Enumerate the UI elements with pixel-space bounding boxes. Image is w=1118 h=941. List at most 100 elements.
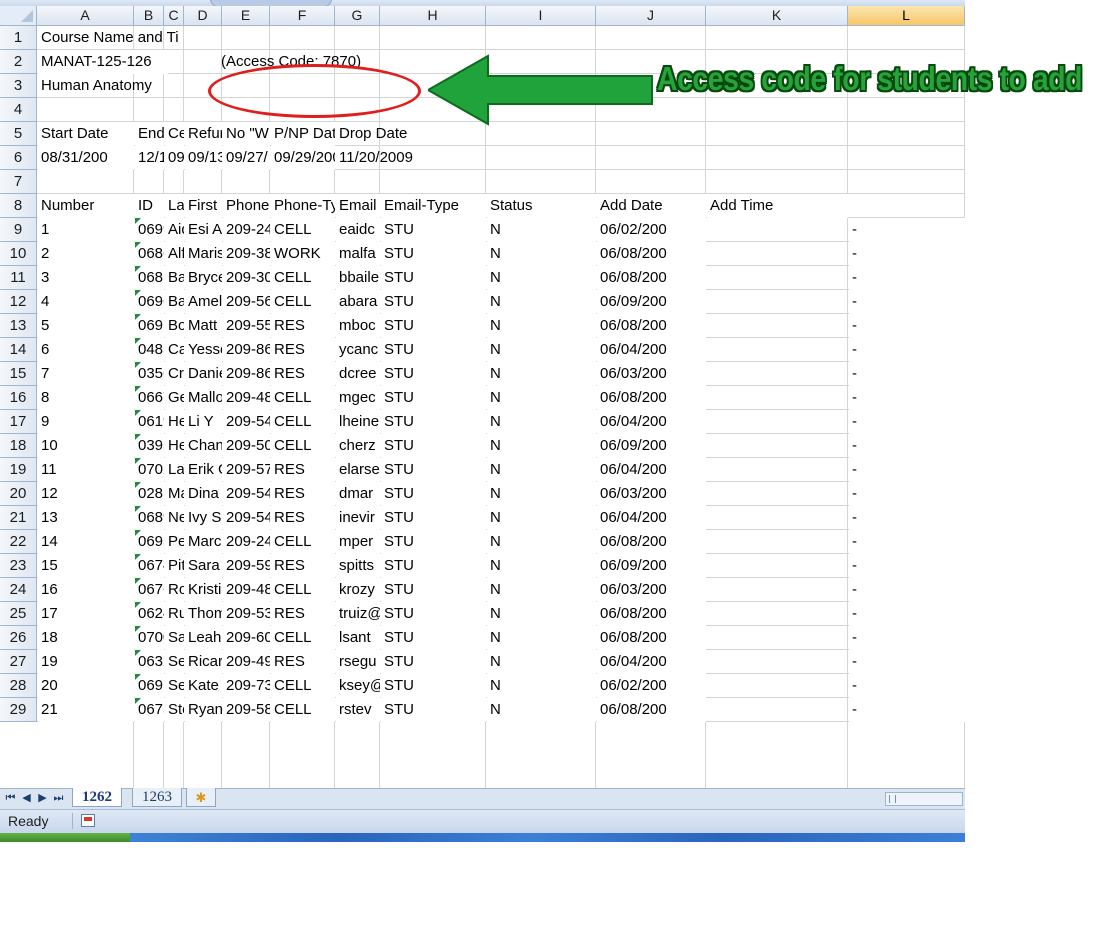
table-cell-n[interactable]: 3 <box>38 266 134 290</box>
table-cell-date[interactable]: 06/04/200 <box>597 506 706 530</box>
table-cell-id[interactable]: 0689 <box>135 506 164 530</box>
table-cell-last[interactable]: Gec <box>165 386 184 410</box>
table-cell-email[interactable]: truiz@ <box>336 602 380 626</box>
table-cell-first[interactable]: Ricarc <box>185 650 222 674</box>
table-cell-ptype[interactable]: RES <box>271 650 335 674</box>
table-cell-id[interactable]: 0281 <box>135 482 164 506</box>
table-cell-l[interactable]: - <box>849 650 965 674</box>
table-cell-phone[interactable]: 209-54 <box>223 410 270 434</box>
last-sheet-icon[interactable]: ⏭ <box>52 792 65 805</box>
table-cell-phone[interactable]: 209-24 <box>223 218 270 242</box>
table-cell-status[interactable]: N <box>487 674 596 698</box>
sheet-tab-1263[interactable]: 1263 <box>132 788 182 807</box>
table-cell-first[interactable]: Chanc <box>185 434 222 458</box>
table-header-first[interactable]: First <box>185 194 222 218</box>
row-header-5[interactable]: 5 <box>0 122 37 146</box>
table-cell-l[interactable]: - <box>849 482 965 506</box>
table-cell-phone[interactable]: 209-58 <box>223 698 270 722</box>
table-cell-email[interactable]: spitts <box>336 554 380 578</box>
row-header-28[interactable]: 28 <box>0 674 37 698</box>
table-cell-id[interactable]: 0485 <box>135 338 164 362</box>
table-cell-status[interactable]: N <box>487 698 596 722</box>
table-cell-l[interactable]: - <box>849 410 965 434</box>
table-cell-last[interactable]: Pere <box>165 530 184 554</box>
table-cell-email[interactable]: malfa <box>336 242 380 266</box>
cell-date-value[interactable]: 09/13 <box>185 146 222 170</box>
table-header-phone-typ[interactable]: Phone-Typ <box>271 194 335 218</box>
cell-course-code[interactable]: MANAT-125-126 <box>38 50 168 74</box>
table-header-add-time[interactable]: Add Time <box>707 194 848 218</box>
table-cell-ptype[interactable]: CELL <box>271 386 335 410</box>
table-cell-phone[interactable]: 209-53 <box>223 602 270 626</box>
row-header-2[interactable]: 2 <box>0 50 37 74</box>
table-cell-first[interactable]: Ameli <box>185 290 222 314</box>
table-cell-l[interactable]: - <box>849 602 965 626</box>
table-cell-ptype[interactable]: RES <box>271 506 335 530</box>
table-cell-n[interactable]: 21 <box>38 698 134 722</box>
table-cell-last[interactable]: Ruiz <box>165 602 184 626</box>
sheet-tab-1262[interactable]: 1262 <box>72 788 122 807</box>
table-cell-etype[interactable]: STU <box>381 506 486 530</box>
row-header-16[interactable]: 16 <box>0 386 37 410</box>
prev-sheet-icon[interactable]: ◀ <box>20 792 33 805</box>
table-cell-date[interactable]: 06/09/200 <box>597 290 706 314</box>
cell-date-header[interactable]: Refun <box>185 122 222 146</box>
table-cell-n[interactable]: 7 <box>38 362 134 386</box>
table-cell-phone[interactable]: 209-60 <box>223 626 270 650</box>
table-header-email[interactable]: Email <box>336 194 380 218</box>
table-cell-n[interactable]: 14 <box>38 530 134 554</box>
table-cell-first[interactable]: Danie <box>185 362 222 386</box>
table-cell-email[interactable]: lsant <box>336 626 380 650</box>
table-cell-status[interactable]: N <box>487 506 596 530</box>
table-cell-l[interactable]: - <box>849 554 965 578</box>
table-cell-n[interactable]: 4 <box>38 290 134 314</box>
table-cell-n[interactable]: 18 <box>38 626 134 650</box>
table-cell-phone[interactable]: 209-73 <box>223 674 270 698</box>
table-cell-last[interactable]: Lars <box>165 458 184 482</box>
table-cell-email[interactable]: ksey@ <box>336 674 380 698</box>
table-cell-l[interactable]: - <box>849 458 965 482</box>
table-cell-etype[interactable]: STU <box>381 458 486 482</box>
table-cell-status[interactable]: N <box>487 338 596 362</box>
table-cell-last[interactable]: Cre <box>165 362 184 386</box>
table-cell-phone[interactable]: 209-86 <box>223 338 270 362</box>
table-cell-phone[interactable]: 209-57 <box>223 458 270 482</box>
macro-record-icon[interactable] <box>81 814 95 827</box>
table-cell-phone[interactable]: 209-49 <box>223 650 270 674</box>
table-header-email-type[interactable]: Email-Type <box>381 194 486 218</box>
table-cell-last[interactable]: Sey <box>165 674 184 698</box>
table-cell-l[interactable]: - <box>849 242 965 266</box>
table-cell-l[interactable]: - <box>849 674 965 698</box>
table-cell-id[interactable]: 0676 <box>135 578 164 602</box>
cell-date-value[interactable]: 11/20/2009 <box>336 146 456 170</box>
table-cell-ptype[interactable]: CELL <box>271 434 335 458</box>
cell-date-header[interactable]: Start Date <box>38 122 134 146</box>
table-cell-phone[interactable]: 209-50 <box>223 434 270 458</box>
table-cell-date[interactable]: 06/08/200 <box>597 530 706 554</box>
table-cell-phone[interactable]: 209-30 <box>223 266 270 290</box>
table-cell-l[interactable]: - <box>849 434 965 458</box>
table-cell-l[interactable]: - <box>849 314 965 338</box>
table-cell-status[interactable]: N <box>487 458 596 482</box>
table-cell-n[interactable]: 13 <box>38 506 134 530</box>
table-cell-email[interactable]: cherz <box>336 434 380 458</box>
table-cell-last[interactable]: Nev <box>165 506 184 530</box>
table-cell-l[interactable]: - <box>849 266 965 290</box>
table-cell-ptype[interactable]: CELL <box>271 290 335 314</box>
table-cell-first[interactable]: Marc <box>185 530 222 554</box>
table-cell-id[interactable]: 0632 <box>135 650 164 674</box>
table-cell-etype[interactable]: STU <box>381 530 486 554</box>
table-cell-etype[interactable]: STU <box>381 578 486 602</box>
column-header-j[interactable]: J <box>596 6 706 26</box>
table-cell-etype[interactable]: STU <box>381 242 486 266</box>
table-cell-first[interactable]: Kate / <box>185 674 222 698</box>
column-header-b[interactable]: B <box>134 6 164 26</box>
row-header-13[interactable]: 13 <box>0 314 37 338</box>
insert-sheet-icon[interactable]: ✱ <box>186 788 216 807</box>
table-cell-etype[interactable]: STU <box>381 386 486 410</box>
column-header-i[interactable]: I <box>486 6 596 26</box>
table-cell-email[interactable]: dcree <box>336 362 380 386</box>
next-sheet-icon[interactable]: ▶ <box>36 792 49 805</box>
table-cell-date[interactable]: 06/04/200 <box>597 410 706 434</box>
cell-course-name-title[interactable]: Course Name and Ti <box>38 26 228 50</box>
